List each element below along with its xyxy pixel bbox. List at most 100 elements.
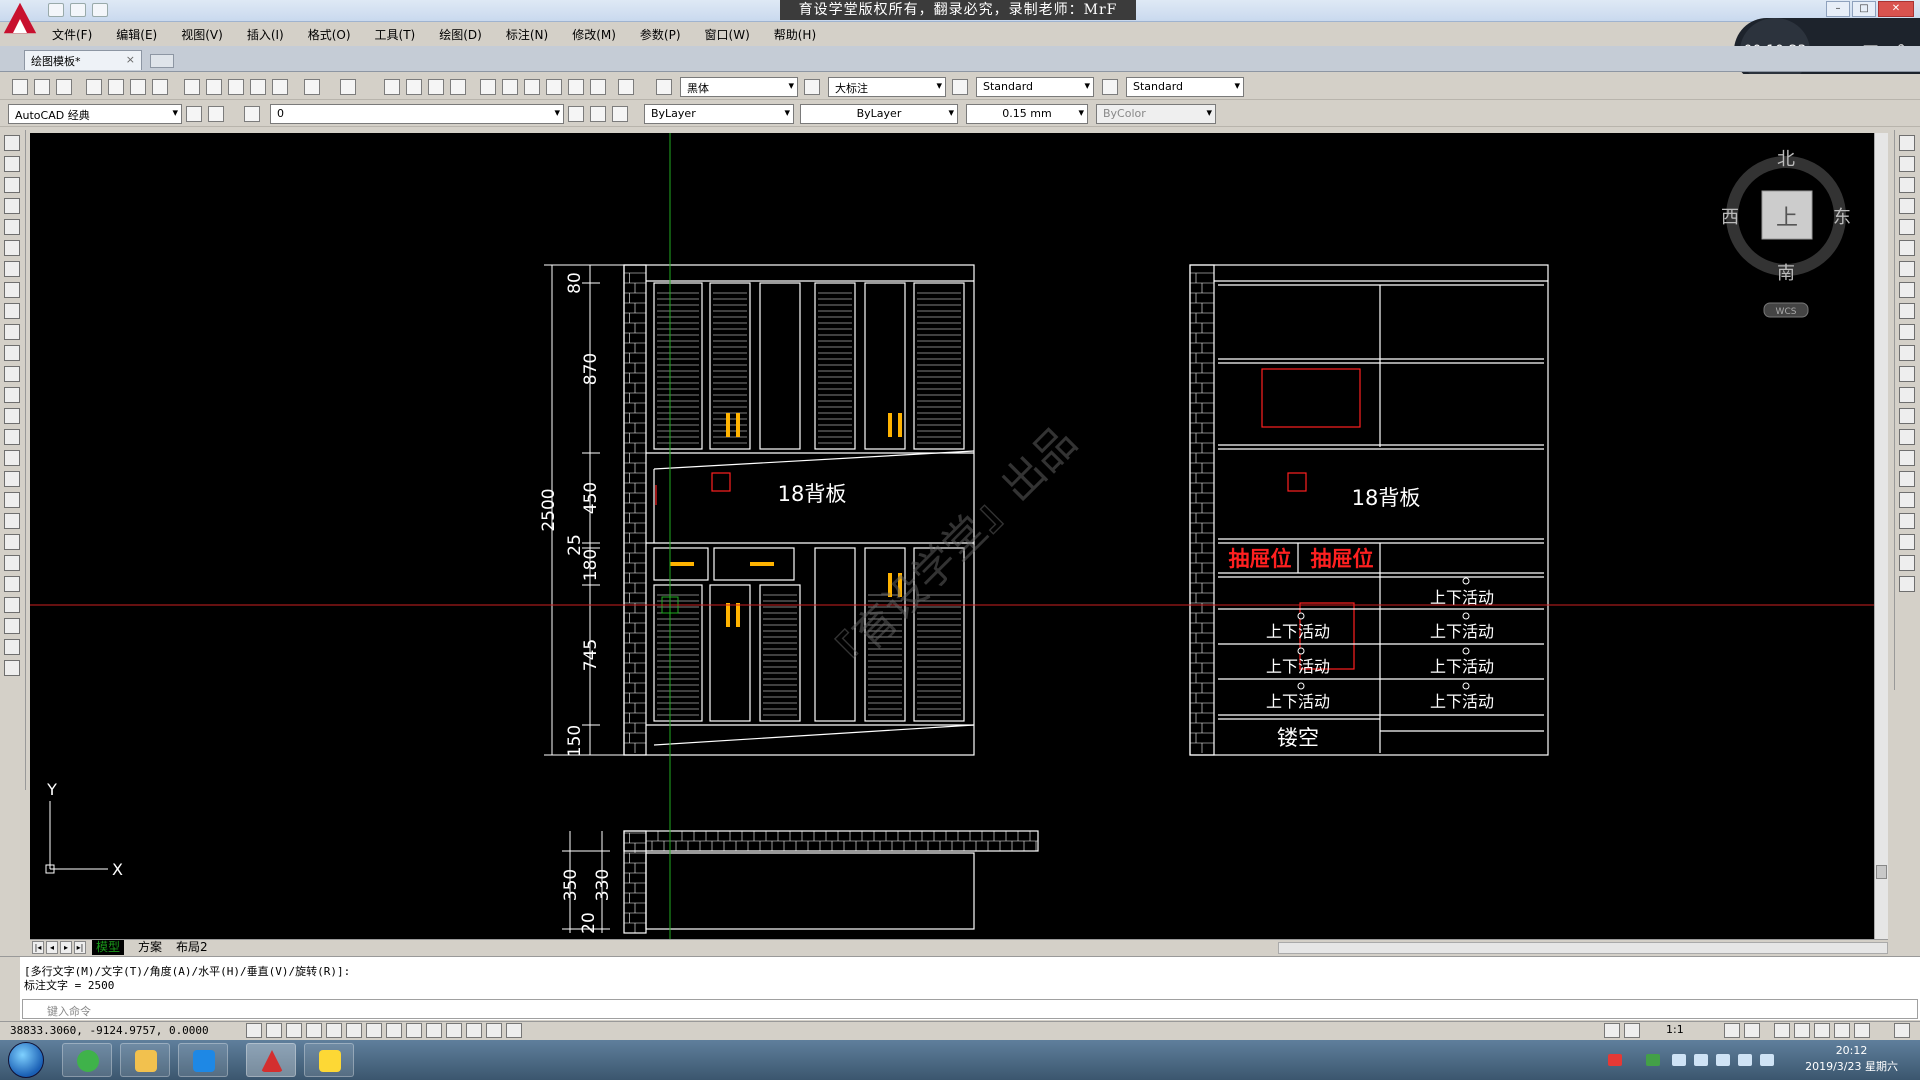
infer-constraints-icon[interactable] <box>266 1023 282 1038</box>
text-style-icon[interactable] <box>656 79 672 95</box>
new-icon[interactable] <box>12 79 28 95</box>
send-back-icon[interactable] <box>1899 534 1915 550</box>
layer-state-icon[interactable] <box>612 106 628 122</box>
pan-icon[interactable] <box>384 79 400 95</box>
otrack-icon[interactable] <box>386 1023 402 1038</box>
bring-front-icon[interactable] <box>1899 513 1915 529</box>
scrollbar-thumb[interactable] <box>1876 865 1887 879</box>
menu-help[interactable]: 帮助(H) <box>762 24 828 44</box>
next-tab-icon[interactable]: ▸ <box>60 941 72 954</box>
drawing-canvas[interactable]: 80 870 450 25 180 745 150 2500 350 330 2… <box>30 133 1874 939</box>
dim-radius-icon[interactable] <box>4 576 20 592</box>
quick-view-icon[interactable] <box>1624 1023 1640 1038</box>
circle-icon[interactable] <box>4 261 20 277</box>
open-file-icon[interactable] <box>70 3 86 17</box>
help-icon[interactable] <box>618 79 634 95</box>
block-editor-icon[interactable] <box>272 79 288 95</box>
break-icon[interactable] <box>1899 366 1915 382</box>
insert-block-icon[interactable] <box>4 366 20 382</box>
revision-cloud-icon[interactable] <box>4 282 20 298</box>
rectangle-icon[interactable] <box>4 219 20 235</box>
arc-icon[interactable] <box>4 240 20 256</box>
add-selected-icon[interactable] <box>4 534 20 550</box>
linetype-dropdown[interactable]: ByLayer <box>800 104 958 124</box>
table-icon[interactable] <box>4 492 20 508</box>
dynamic-ucs-icon[interactable] <box>406 1023 422 1038</box>
isolate-objects-icon[interactable] <box>1834 1023 1850 1038</box>
draw-order-icon[interactable] <box>1899 492 1915 508</box>
print-icon[interactable] <box>86 79 102 95</box>
workspace-settings-icon[interactable] <box>186 106 202 122</box>
command-input[interactable]: 键入命令 <box>22 999 1918 1019</box>
dim-style-icon[interactable] <box>804 79 820 95</box>
menu-modify[interactable]: 修改(M) <box>560 24 628 44</box>
cut-icon[interactable] <box>184 79 200 95</box>
layer-manager-icon[interactable] <box>208 106 224 122</box>
array-icon[interactable] <box>1899 219 1915 235</box>
line-icon[interactable] <box>4 135 20 151</box>
annotation-visibility-icon[interactable] <box>1724 1023 1740 1038</box>
construction-line-icon[interactable] <box>4 156 20 172</box>
join-icon[interactable] <box>1899 387 1915 403</box>
menu-window[interactable]: 窗口(W) <box>693 24 762 44</box>
sogou-input-icon[interactable] <box>1608 1054 1622 1066</box>
preview-icon[interactable] <box>108 79 124 95</box>
markup-icon[interactable] <box>568 79 584 95</box>
menu-parametric[interactable]: 参数(P) <box>628 24 693 44</box>
tab-layout2[interactable]: 布局2 <box>172 940 212 955</box>
object-snap-icon[interactable] <box>346 1023 362 1038</box>
dim-edit-icon[interactable] <box>4 660 20 676</box>
layer-dropdown[interactable]: 0 <box>270 104 564 124</box>
publish-icon[interactable] <box>130 79 146 95</box>
hatch-back-icon[interactable] <box>1899 576 1915 592</box>
sheet-set-icon[interactable] <box>546 79 562 95</box>
menu-format[interactable]: 格式(O) <box>296 24 363 44</box>
paste-icon[interactable] <box>228 79 244 95</box>
tab-drawing-template[interactable]: 绘图模板* × <box>24 50 142 70</box>
lineweight-toggle-icon[interactable] <box>446 1023 462 1038</box>
snap-mode-icon[interactable] <box>246 1023 262 1038</box>
3d-print-icon[interactable] <box>152 79 168 95</box>
action-center-icon[interactable] <box>1694 1054 1708 1066</box>
network-icon[interactable] <box>1716 1054 1730 1066</box>
scale-icon[interactable] <box>1899 282 1915 298</box>
tray-expand-icon[interactable] <box>1672 1054 1686 1066</box>
taskbar-clock[interactable]: 20:12 2019/3/23 星期六 <box>1805 1043 1898 1075</box>
explode-icon[interactable] <box>1899 471 1915 487</box>
vertical-scrollbar[interactable] <box>1874 133 1888 939</box>
new-tab-button[interactable] <box>150 54 174 68</box>
workspace-switch-icon[interactable] <box>1774 1023 1790 1038</box>
tab-model[interactable]: 模型 <box>92 940 125 955</box>
dynamic-input-icon[interactable] <box>426 1023 442 1038</box>
start-button-icon[interactable] <box>8 1042 44 1078</box>
make-current-icon[interactable] <box>568 106 584 122</box>
copy-icon[interactable] <box>206 79 222 95</box>
match-properties-icon[interactable] <box>250 79 266 95</box>
multileader-style-dropdown[interactable]: Standard <box>1126 77 1244 97</box>
wifi-icon[interactable] <box>1646 1054 1660 1066</box>
gradient-icon[interactable] <box>4 450 20 466</box>
move-icon[interactable] <box>1899 240 1915 256</box>
fillet-icon[interactable] <box>1899 429 1915 445</box>
quick-properties-icon[interactable] <box>486 1023 502 1038</box>
tool-palettes-icon[interactable] <box>524 79 540 95</box>
stretch-icon[interactable] <box>1899 303 1915 319</box>
model-space-icon[interactable] <box>1604 1023 1620 1038</box>
plotstyle-dropdown[interactable]: ByColor <box>1096 104 1216 124</box>
trim-icon[interactable] <box>1899 324 1915 340</box>
taskbar-notes[interactable] <box>304 1043 354 1077</box>
tab-scheme[interactable]: 方案 <box>134 940 166 955</box>
save-icon[interactable] <box>56 79 72 95</box>
workspace-dropdown[interactable]: AutoCAD 经典 <box>8 104 182 124</box>
offset-icon[interactable] <box>1899 198 1915 214</box>
first-tab-icon[interactable]: |◂ <box>32 941 44 954</box>
transparency-icon[interactable] <box>466 1023 482 1038</box>
menu-draw[interactable]: 绘图(D) <box>427 24 494 44</box>
menu-dimension[interactable]: 标注(N) <box>494 24 560 44</box>
auto-scale-icon[interactable] <box>1744 1023 1760 1038</box>
redo-icon[interactable] <box>340 79 356 95</box>
polar-tracking-icon[interactable] <box>326 1023 342 1038</box>
3d-osnap-icon[interactable] <box>366 1023 382 1038</box>
quickcalc-icon[interactable] <box>590 79 606 95</box>
new-file-icon[interactable] <box>48 3 64 17</box>
